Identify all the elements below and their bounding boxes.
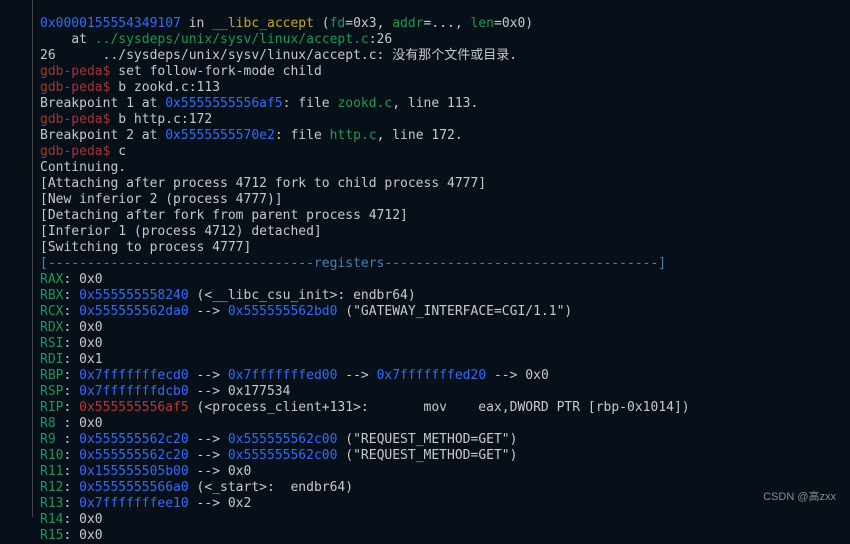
reg-rsi: RSI: [40, 336, 63, 351]
cmd-break-http: b http.c:172: [110, 112, 212, 127]
reg-r11: R11: [40, 464, 63, 479]
gdb-prompt[interactable]: gdb-peda$: [40, 144, 110, 159]
continuing-msg: Continuing.: [40, 160, 126, 175]
registers-header: [----------------------------------regis…: [40, 256, 666, 271]
cmd-set-follow-fork: set follow-fork-mode child: [110, 64, 321, 79]
detach-msg: [Detaching after fork from parent proces…: [40, 208, 408, 223]
missing-file-msg: 26 ../sysdeps/unix/sysv/linux/accept.c: …: [40, 48, 517, 63]
fn-name: __libc_accept: [212, 16, 314, 31]
gdb-prompt[interactable]: gdb-peda$: [40, 80, 110, 95]
reg-rsp: RSP: [40, 384, 63, 399]
reg-rdi: RDI: [40, 352, 63, 367]
reg-rcx: RCX: [40, 304, 63, 319]
source-path: ../sysdeps/unix/sysv/linux/accept.c: [95, 32, 369, 47]
inferior-detached-msg: [Inferior 1 (process 4712) detached]: [40, 224, 322, 239]
terminal-output: 0x0000155554349107 in __libc_accept (fd=…: [0, 0, 850, 544]
reg-rbx: RBX: [40, 288, 63, 303]
reg-r13: R13: [40, 496, 63, 511]
switch-process-msg: [Switching to process 4777]: [40, 240, 251, 255]
reg-r12: R12: [40, 480, 63, 495]
reg-r14: R14: [40, 512, 63, 527]
reg-r15: R15: [40, 528, 63, 543]
gdb-prompt[interactable]: gdb-peda$: [40, 112, 110, 127]
stack-addr: 0x0000155554349107: [40, 16, 181, 31]
cmd-break-zookd: b zookd.c:113: [110, 80, 220, 95]
reg-r8: R8: [40, 416, 63, 431]
watermark: CSDN @高zxx: [763, 489, 836, 505]
reg-r10: R10: [40, 448, 63, 463]
gdb-prompt[interactable]: gdb-peda$: [40, 64, 110, 79]
reg-rip: RIP: [40, 400, 63, 415]
reg-rax: RAX: [40, 272, 63, 287]
reg-r9: R9: [40, 432, 63, 447]
reg-rdx: RDX: [40, 320, 63, 335]
new-inferior-msg: [New inferior 2 (process 4777)]: [40, 192, 283, 207]
cmd-continue: c: [110, 144, 126, 159]
attach-msg: [Attaching after process 4712 fork to ch…: [40, 176, 486, 191]
reg-rbp: RBP: [40, 368, 63, 383]
